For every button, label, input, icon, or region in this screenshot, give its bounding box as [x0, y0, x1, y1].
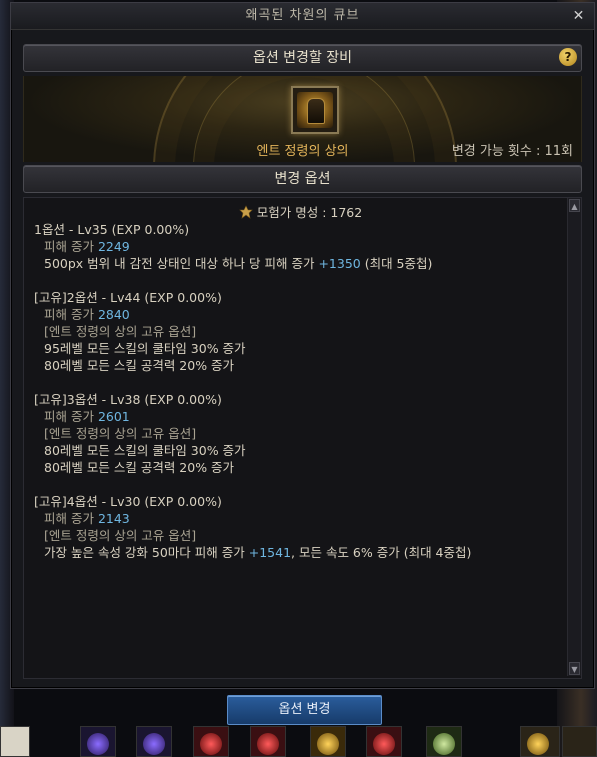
armor-top-icon — [297, 92, 333, 128]
effect-value: +1350 — [318, 256, 361, 271]
options-scrollbar[interactable]: ▲ ▼ — [567, 198, 581, 676]
option-effect-line: 80레벨 모든 스킬 공격력 20% 증가 — [44, 460, 235, 475]
inventory-slot[interactable] — [562, 726, 597, 757]
inventory-slot[interactable] — [310, 726, 346, 757]
option-damage: 피해 증가 2840 — [34, 306, 567, 323]
inventory-slot[interactable] — [80, 726, 116, 757]
options-list: 모험가 명성 : 1762 1옵션 - Lv35 (EXP 0.00%) 피해 … — [24, 198, 567, 678]
option-effect-line: 80레벨 모든 스킬의 쿨타임 30% 증가 — [44, 443, 246, 458]
option-block-4: [고유]4옵션 - Lv30 (EXP 0.00%) 피해 증가 2143 [엔… — [34, 493, 567, 561]
fame-icon — [239, 205, 253, 219]
equipment-slot[interactable] — [291, 86, 339, 134]
unique-option-label: [엔트 정령의 상의 고유 옵션] — [44, 426, 197, 441]
red-gem-icon — [257, 733, 279, 755]
option-title: 1옵션 - Lv35 (EXP 0.00%) — [34, 222, 190, 237]
purple-orb-icon — [143, 733, 165, 755]
cube-window: 왜곡된 차원의 큐브 ✕ 옵션 변경할 장비 ? 엔트 정령의 상의 변경 가능… — [10, 2, 595, 689]
options-section-header: 변경 옵션 — [23, 165, 582, 193]
red-gem-icon — [200, 733, 222, 755]
effect-value: +1541 — [248, 545, 292, 560]
option-effect-line: 500px 범위 내 감전 상태인 대상 하나 당 피해 증가 +1350 (최… — [34, 255, 567, 272]
option-title: [고유]2옵션 - Lv44 (EXP 0.00%) — [34, 290, 222, 305]
option-damage: 피해 증가 2249 — [34, 238, 567, 255]
gold-coin-icon — [317, 733, 339, 755]
effect-text: 가장 높은 속성 강화 50마다 피해 증가 — [44, 545, 249, 560]
green-scroll-icon — [433, 733, 455, 755]
red-gem-icon — [373, 733, 395, 755]
inventory-slot[interactable] — [193, 726, 229, 757]
fame-text: 모험가 명성 : 1762 — [256, 205, 363, 220]
equipment-banner: 엔트 정령의 상의 변경 가능 횟수 : 11회 — [23, 76, 582, 162]
damage-value: 2601 — [97, 409, 130, 424]
option-block-3: [고유]3옵션 - Lv38 (EXP 0.00%) 피해 증가 2601 [엔… — [34, 391, 567, 476]
equipment-section-title: 옵션 변경할 장비 — [252, 50, 353, 66]
damage-value: 2840 — [97, 307, 130, 322]
damage-value: 2143 — [97, 511, 130, 526]
effect-suffix: (최대 5중첩) — [360, 256, 433, 271]
scroll-down-icon[interactable]: ▼ — [569, 662, 580, 675]
option-damage: 피해 증가 2601 — [34, 408, 567, 425]
equipment-section-header: 옵션 변경할 장비 ? — [23, 44, 582, 72]
scroll-up-icon[interactable]: ▲ — [569, 199, 580, 212]
gold-coin-icon — [527, 733, 549, 755]
inventory-slot[interactable] — [250, 726, 286, 757]
change-count: 변경 가능 횟수 : 11회 — [451, 144, 573, 159]
window-title: 왜곡된 차원의 큐브 — [245, 8, 360, 23]
option-title: [고유]3옵션 - Lv38 (EXP 0.00%) — [34, 392, 222, 407]
option-title: [고유]4옵션 - Lv30 (EXP 0.00%) — [34, 494, 222, 509]
option-block-2: [고유]2옵션 - Lv44 (EXP 0.00%) 피해 증가 2840 [엔… — [34, 289, 567, 374]
options-section-title: 변경 옵션 — [274, 171, 331, 187]
damage-label: 피해 증가 — [44, 307, 98, 322]
adventurer-fame: 모험가 명성 : 1762 — [34, 204, 567, 221]
inventory-slot[interactable] — [0, 726, 30, 757]
effect-suffix: , 모든 속도 6% 증가 (최대 4중첩) — [291, 545, 472, 560]
option-effect-line: 80레벨 모든 스킬 공격력 20% 증가 — [44, 358, 235, 373]
close-icon[interactable]: ✕ — [570, 3, 588, 29]
inventory-slot[interactable] — [520, 726, 560, 757]
inventory-slot[interactable] — [426, 726, 462, 757]
inventory-slot[interactable] — [366, 726, 402, 757]
effect-text: 500px 범위 내 감전 상태인 대상 하나 당 피해 증가 — [44, 256, 319, 271]
unique-option-label: [엔트 정령의 상의 고유 옵션] — [44, 528, 197, 543]
options-panel: 모험가 명성 : 1762 1옵션 - Lv35 (EXP 0.00%) 피해 … — [23, 197, 582, 679]
window-titlebar[interactable]: 왜곡된 차원의 큐브 ✕ — [11, 3, 594, 30]
damage-label: 피해 증가 — [44, 511, 98, 526]
help-icon[interactable]: ? — [559, 48, 577, 66]
option-effect-line: 95레벨 모든 스킬의 쿨타임 30% 증가 — [44, 341, 246, 356]
option-block-1: 1옵션 - Lv35 (EXP 0.00%) 피해 증가 2249 500px … — [34, 221, 567, 272]
change-option-button[interactable]: 옵션 변경 — [227, 695, 382, 725]
option-damage: 피해 증가 2143 — [34, 510, 567, 527]
option-effect-line: 가장 높은 속성 강화 50마다 피해 증가 +1541, 모든 속도 6% 증… — [34, 544, 567, 561]
damage-value: 2249 — [97, 239, 130, 254]
damage-label: 피해 증가 — [44, 409, 98, 424]
inventory-slot[interactable] — [136, 726, 172, 757]
damage-label: 피해 증가 — [44, 239, 98, 254]
purple-orb-icon — [87, 733, 109, 755]
unique-option-label: [엔트 정령의 상의 고유 옵션] — [44, 324, 197, 339]
